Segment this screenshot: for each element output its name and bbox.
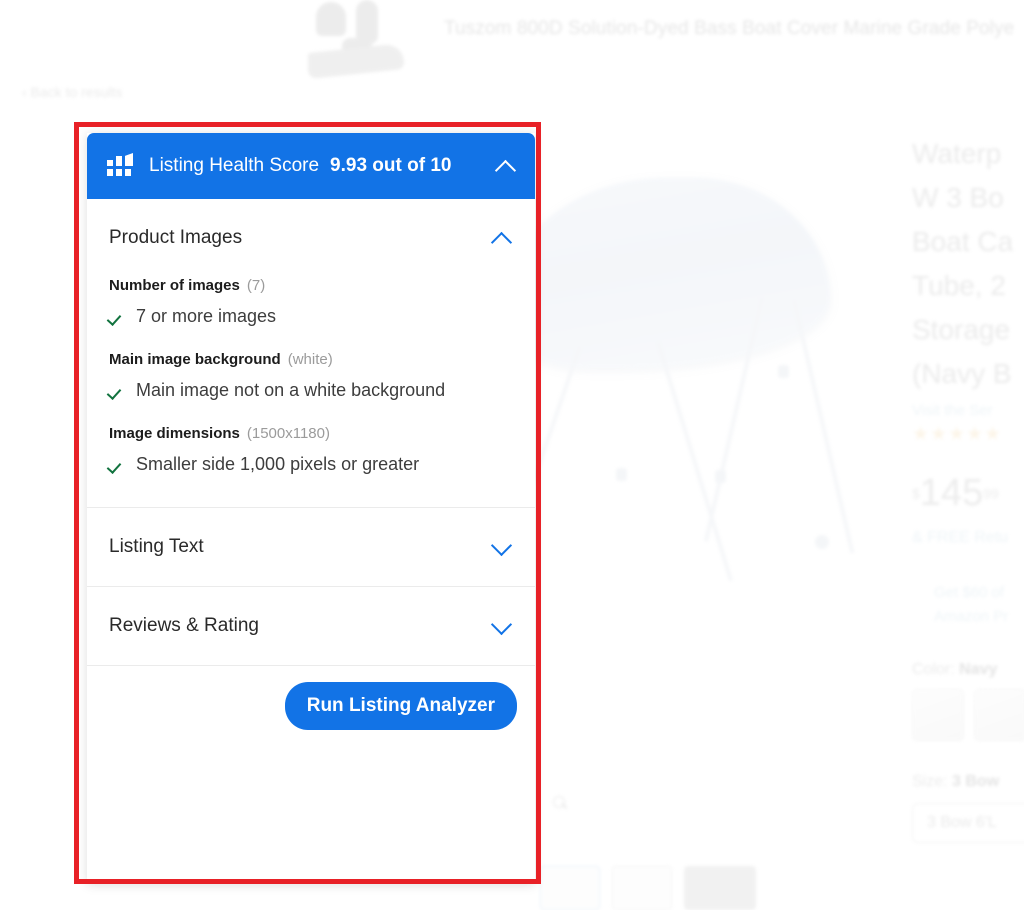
bimini-joint <box>778 365 789 378</box>
back-to-results-link[interactable]: ‹ Back to results <box>22 84 122 100</box>
section-header-product-images[interactable]: Product Images <box>109 199 513 277</box>
check-label: Image dimensions (1500x1180) <box>109 425 513 442</box>
price-whole: 145 <box>919 472 984 514</box>
check-label-value: (white) <box>287 351 333 368</box>
sticky-product-title: Tuszom 800D Solution-Dyed Bass Boat Cove… <box>444 18 1015 39</box>
check-result-row: Smaller side 1,000 pixels or greater <box>109 453 513 475</box>
check-result-row: 7 or more images <box>109 305 513 327</box>
product-price: $14599 <box>912 472 1024 515</box>
chevron-up-icon[interactable] <box>491 227 513 249</box>
color-label-text: Color: <box>912 661 955 678</box>
product-title-line: Boat Ca <box>912 226 1014 257</box>
panel-body: Product Images Number of images (7) 7 or … <box>87 199 535 884</box>
section-product-images: Product Images Number of images (7) 7 or … <box>87 199 535 508</box>
check-pass-icon <box>109 457 125 473</box>
check-label-value: (1500x1180) <box>246 425 330 442</box>
thumbnail-item[interactable] <box>540 866 600 910</box>
check-pass-icon <box>109 383 125 399</box>
bar-chart-icon <box>107 153 133 177</box>
product-title-line: W 3 Bo <box>912 182 1004 213</box>
check-label-text: Main image background <box>109 351 281 368</box>
page-top-bar: Tuszom 800D Solution-Dyed Bass Boat Cove… <box>0 0 1024 80</box>
color-swatch[interactable] <box>912 689 964 741</box>
bimini-joint <box>815 535 829 549</box>
promo-line[interactable]: Amazon Pr <box>912 605 1024 629</box>
image-thumbnail-strip[interactable] <box>540 866 756 910</box>
color-selector-label: Color: Navy <box>912 661 1024 679</box>
chevron-down-icon[interactable] <box>491 615 513 637</box>
check-label: Number of images (7) <box>109 277 513 294</box>
check-label-text: Image dimensions <box>109 425 240 442</box>
chevron-up-icon[interactable] <box>495 155 517 177</box>
check-pass-icon <box>109 309 125 325</box>
check-result-text: Smaller side 1,000 pixels or greater <box>136 454 420 474</box>
product-thumbnail-image <box>308 0 408 80</box>
chevron-down-icon[interactable] <box>491 536 513 558</box>
color-value-text: Navy <box>959 661 998 678</box>
size-value-text: 3 Bow <box>952 773 1000 790</box>
size-option-button[interactable]: 3 Bow 6'L <box>912 803 1024 843</box>
thumbnail-item[interactable] <box>612 866 672 910</box>
bimini-joint <box>715 470 726 483</box>
size-label-text: Size: <box>912 773 948 790</box>
panel-title: Listing Health Score <box>149 155 320 176</box>
product-title-line: Waterp <box>912 138 1002 169</box>
check-label-text: Number of images <box>109 277 240 294</box>
check-label-value: (7) <box>246 277 266 294</box>
section-title: Listing Text <box>109 536 204 557</box>
check-item: Number of images (7) 7 or more images <box>109 277 513 327</box>
color-swatch[interactable] <box>974 689 1024 741</box>
product-title-line: (Navy B <box>912 358 1012 389</box>
check-result-row: Main image not on a white background <box>109 379 513 401</box>
check-label: Main image background (white) <box>109 351 513 368</box>
rating-stars[interactable]: ★★★★★ <box>912 423 1024 446</box>
promo-line[interactable]: Get $60 of <box>912 581 1024 605</box>
health-score-value: 9.93 out of 10 <box>330 155 452 176</box>
section-header-listing-text[interactable]: Listing Text <box>109 508 513 586</box>
check-item: Image dimensions (1500x1180) Smaller side… <box>109 425 513 475</box>
bimini-canopy-shape <box>500 178 830 368</box>
check-result-text: Main image not on a white background <box>136 380 446 400</box>
bimini-pole <box>792 299 855 554</box>
color-swatch-list[interactable] <box>912 689 1024 741</box>
section-title: Product Images <box>109 227 243 248</box>
check-result-text: 7 or more images <box>136 306 277 326</box>
price-currency: $ <box>912 485 920 502</box>
magnifier-icon <box>553 796 569 812</box>
thumbnail-item[interactable] <box>684 866 756 910</box>
product-title-line: Tube, 2 <box>912 270 1006 301</box>
bimini-joint <box>616 468 627 481</box>
price-fraction: 99 <box>983 485 999 502</box>
listing-health-score-panel: Listing Health Score 9.93 out of 10 Prod… <box>87 133 535 884</box>
panel-footer: Run Listing Analyzer <box>87 666 535 745</box>
section-title: Reviews & Rating <box>109 615 259 636</box>
product-detail-column: Waterp W 3 Bo Boat Ca Tube, 2 Storage (N… <box>912 132 1024 843</box>
section-reviews-rating: Reviews & Rating <box>87 587 535 666</box>
product-title-line: Storage <box>912 314 1011 345</box>
run-listing-analyzer-button[interactable]: Run Listing Analyzer <box>284 681 517 730</box>
panel-header[interactable]: Listing Health Score 9.93 out of 10 <box>87 133 535 199</box>
section-header-reviews-rating[interactable]: Reviews & Rating <box>109 587 513 665</box>
size-selector-label: Size: 3 Bow <box>912 773 1024 791</box>
store-link[interactable]: Visit the Ser <box>912 402 1024 419</box>
check-item: Main image background (white) Main image … <box>109 351 513 401</box>
section-listing-text: Listing Text <box>87 508 535 587</box>
product-images-check-list: Number of images (7) 7 or more images Mai… <box>109 277 513 507</box>
free-returns-label[interactable]: & FREE Retu <box>912 529 1024 547</box>
